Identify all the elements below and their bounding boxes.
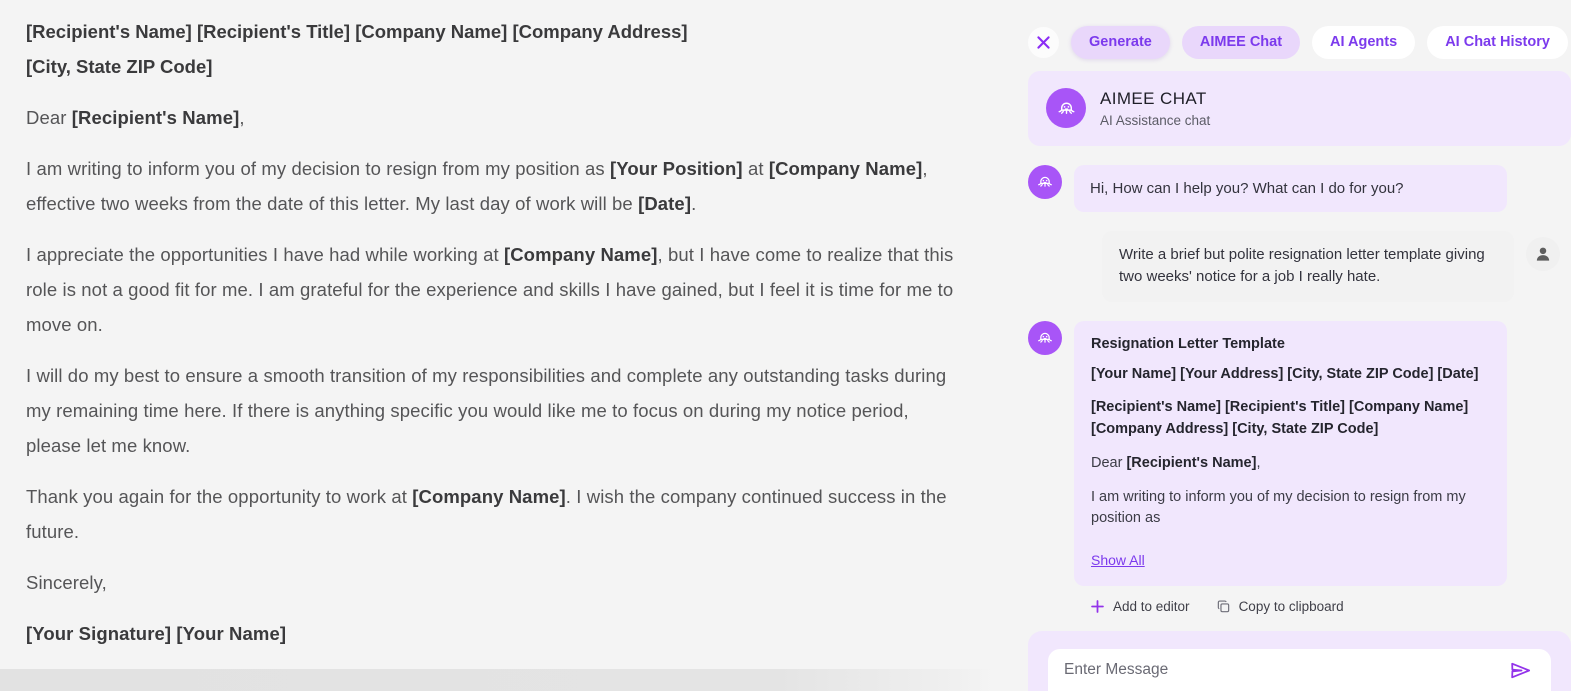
- p2-bold-1: [Company Name]: [503, 244, 658, 265]
- add-to-editor-label: Add to editor: [1113, 599, 1190, 615]
- salutation-suffix: ,: [239, 107, 245, 128]
- salutation-prefix: Dear: [26, 107, 72, 128]
- plus-icon: [1091, 600, 1104, 613]
- answer-salutation-prefix: Dear: [1091, 454, 1127, 471]
- answer-body: I am writing to inform you of my decisio…: [1091, 488, 1466, 527]
- message-input[interactable]: [1064, 661, 1508, 679]
- p1-text-4: .: [691, 193, 697, 214]
- assistant-message-bubble: Hi, How can I help you? What can I do fo…: [1074, 164, 1507, 213]
- aimee-avatar: [1046, 88, 1086, 128]
- document-paragraph-4: Thank you again for the opportunity to w…: [26, 479, 955, 549]
- tab-aimee-chat[interactable]: AIMEE Chat: [1181, 26, 1301, 59]
- p1-bold-3: [Date]: [638, 193, 692, 214]
- octopus-icon: [1038, 176, 1052, 187]
- answer-line-1: [Your Name] [Your Address] [City, State …: [1091, 365, 1479, 382]
- document-content[interactable]: [Recipient's Name] [Recipient's Title] […: [0, 14, 995, 651]
- composer-container: [1028, 631, 1571, 691]
- tab-ai-chat-history[interactable]: AI Chat History: [1427, 26, 1568, 59]
- document-heading-block: [Recipient's Name] [Recipient's Title] […: [26, 14, 955, 84]
- document-signature-text: [Your Signature] [Your Name]: [26, 623, 287, 644]
- horizontal-scrollbar[interactable]: [0, 669, 995, 691]
- app-root: [Recipient's Name] [Recipient's Title] […: [0, 0, 1571, 691]
- copy-to-clipboard-label: Copy to clipboard: [1238, 599, 1344, 615]
- p1-bold-2: [Company Name]: [768, 158, 923, 179]
- assistant-avatar: [1028, 164, 1062, 199]
- send-message-button[interactable]: [1508, 658, 1533, 683]
- message-row-assistant-greeting: Hi, How can I help you? What can I do fo…: [1028, 164, 1571, 213]
- p2-text-1: I appreciate the opportunities I have ha…: [26, 244, 504, 265]
- user-avatar: [1526, 237, 1560, 272]
- octopus-icon: [1038, 332, 1052, 343]
- answer-salutation-suffix: ,: [1256, 454, 1261, 471]
- copy-to-clipboard-button[interactable]: Copy to clipboard: [1216, 599, 1344, 614]
- document-heading-line-1: [Recipient's Name] [Recipient's Title] […: [26, 21, 688, 42]
- chat-header-text: AIMEE CHAT AI Assistance chat: [1100, 88, 1210, 127]
- document-editor-panel[interactable]: [Recipient's Name] [Recipient's Title] […: [0, 0, 995, 691]
- message-row-assistant-answer: Resignation Letter Template [Your Name] …: [1028, 320, 1571, 587]
- close-icon: [1037, 36, 1050, 49]
- user-message-bubble: Write a brief but polite resignation let…: [1102, 231, 1514, 302]
- send-icon: [1511, 662, 1531, 678]
- p4-text-1: Thank you again for the opportunity to w…: [26, 486, 413, 507]
- close-panel-button[interactable]: [1028, 26, 1059, 58]
- chat-header-card: AIMEE CHAT AI Assistance chat: [1028, 70, 1571, 146]
- add-to-editor-button[interactable]: Add to editor: [1090, 599, 1190, 614]
- composer[interactable]: [1048, 649, 1551, 691]
- p4-bold-1: [Company Name]: [412, 486, 566, 507]
- aimee-chat-panel: Generate AIMEE Chat AI Agents AI Chat Hi…: [995, 0, 1571, 691]
- chat-tabbar: Generate AIMEE Chat AI Agents AI Chat Hi…: [995, 0, 1571, 71]
- assistant-avatar: [1028, 320, 1062, 355]
- answer-salutation: Dear [Recipient's Name],: [1091, 453, 1490, 475]
- document-salutation: Dear [Recipient's Name],: [26, 100, 955, 135]
- answer-title: Resignation Letter Template: [1091, 335, 1285, 352]
- document-signature: [Your Signature] [Your Name]: [26, 616, 955, 651]
- p1-text-2: at: [742, 158, 769, 179]
- show-all-link[interactable]: Show All: [1091, 552, 1145, 568]
- answer-salutation-name: [Recipient's Name]: [1126, 454, 1257, 471]
- salutation-recipient: [Recipient's Name]: [71, 107, 240, 128]
- document-closing: Sincerely,: [26, 572, 107, 593]
- tab-generate[interactable]: Generate: [1071, 26, 1170, 59]
- answer-line-2: [Recipient's Name] [Recipient's Title] […: [1091, 399, 1469, 438]
- copy-icon: [1217, 600, 1229, 613]
- tab-ai-agents[interactable]: AI Agents: [1312, 26, 1416, 59]
- document-paragraph-3: I will do my best to ensure a smooth tra…: [26, 365, 947, 456]
- chat-header-subtitle: AI Assistance chat: [1100, 112, 1211, 128]
- chat-header-title: AIMEE CHAT: [1100, 89, 1207, 109]
- chat-message-list[interactable]: AIMEE CHAT AI Assistance chat Hi, How ca…: [995, 70, 1571, 622]
- p1-bold-1: [Your Position]: [610, 158, 743, 179]
- person-icon: [1536, 247, 1550, 261]
- message-row-user: Write a brief but polite resignation let…: [1028, 231, 1571, 302]
- document-paragraph-2: I appreciate the opportunities I have ha…: [26, 237, 955, 342]
- p1-text-1: I am writing to inform you of my decisio…: [26, 158, 610, 179]
- assistant-answer-card: Resignation Letter Template [Your Name] …: [1074, 320, 1507, 587]
- answer-action-row: Add to editor Copy to clipboard: [1090, 599, 1571, 614]
- document-heading-line-2: [City, State ZIP Code]: [26, 56, 213, 77]
- octopus-icon: [1057, 102, 1075, 114]
- document-paragraph-1: I am writing to inform you of my decisio…: [26, 151, 955, 221]
